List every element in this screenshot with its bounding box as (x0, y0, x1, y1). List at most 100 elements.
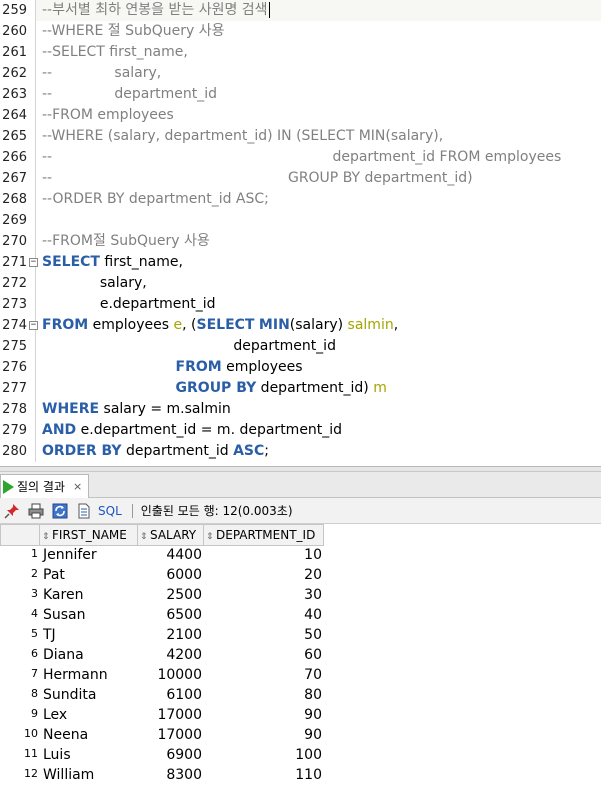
line-number: 274 (2, 318, 27, 333)
fetch-status: 인출된 모든 행: 12(0.003초) (140, 504, 293, 518)
code-text: -- department_id FROM employees (42, 147, 561, 168)
cell-department-id[interactable]: 110 (204, 765, 322, 785)
cell-department-id[interactable]: 40 (204, 605, 322, 625)
close-tab-icon[interactable]: × (73, 480, 82, 493)
table-row[interactable]: 4 Susan 6500 40 (0, 605, 330, 625)
cell-first-name[interactable]: Karen (43, 585, 138, 605)
cell-department-id[interactable]: 60 (204, 645, 322, 665)
table-row[interactable]: 3 Karen 2500 30 (0, 585, 330, 605)
code-line[interactable]: 276 FROM employees (0, 357, 601, 378)
code-line[interactable]: 280 ORDER BY department_id ASC; (0, 441, 601, 462)
code-line[interactable]: 274− FROM employees e, (SELECT MIN(salary… (0, 315, 601, 336)
cell-department-id[interactable]: 20 (204, 565, 322, 585)
cell-first-name[interactable]: William (43, 765, 138, 785)
row-number-header[interactable] (0, 524, 40, 546)
cell-salary[interactable]: 4400 (138, 545, 202, 565)
refresh-icon[interactable] (50, 501, 70, 521)
code-line[interactable]: 265 --WHERE (salary, department_id) IN (S… (0, 126, 601, 147)
table-row[interactable]: 5 TJ 2100 50 (0, 625, 330, 645)
code-text: --FROM employees (42, 105, 174, 126)
code-line[interactable]: 271− SELECT first_name, (0, 252, 601, 273)
code-line[interactable]: 259 --부서별 최하 연봉을 받는 사원명 검색 (0, 0, 601, 21)
code-line[interactable]: 269 (0, 210, 601, 231)
line-number: 280 (2, 444, 27, 459)
code-line[interactable]: 270 --FROM절 SubQuery 사용 (0, 231, 601, 252)
sql-link[interactable]: SQL (98, 504, 122, 518)
cell-salary[interactable]: 17000 (138, 725, 202, 745)
code-line[interactable]: 263 -- department_id (0, 84, 601, 105)
cell-first-name[interactable]: Jennifer (43, 545, 138, 565)
cell-salary[interactable]: 8300 (138, 765, 202, 785)
cell-first-name[interactable]: TJ (43, 625, 138, 645)
code-line[interactable]: 262 -- salary, (0, 63, 601, 84)
code-line[interactable]: 261 --SELECT first_name, (0, 42, 601, 63)
line-number: 261 (2, 45, 27, 60)
column-header-department-id[interactable]: ⇕ DEPARTMENT_ID (204, 524, 324, 546)
cell-salary[interactable]: 4200 (138, 645, 202, 665)
cell-department-id[interactable]: 100 (204, 745, 322, 765)
cell-salary[interactable]: 2500 (138, 585, 202, 605)
code-line[interactable]: 275 department_id (0, 336, 601, 357)
code-line[interactable]: 272 salary, (0, 273, 601, 294)
cell-salary[interactable]: 6100 (138, 685, 202, 705)
code-line[interactable]: 279 AND e.department_id = m. department_i… (0, 420, 601, 441)
code-line[interactable]: 264 --FROM employees (0, 105, 601, 126)
row-number: 1 (31, 547, 38, 560)
cell-salary[interactable]: 6500 (138, 605, 202, 625)
pin-icon[interactable] (2, 501, 22, 521)
cell-first-name[interactable]: Pat (43, 565, 138, 585)
table-row[interactable]: 8 Sundita 6100 80 (0, 685, 330, 705)
cell-first-name[interactable]: Sundita (43, 685, 138, 705)
print-icon[interactable] (26, 501, 46, 521)
cell-first-name[interactable]: Luis (43, 745, 138, 765)
cell-salary[interactable]: 17000 (138, 705, 202, 725)
table-row[interactable]: 6 Diana 4200 60 (0, 645, 330, 665)
cell-department-id[interactable]: 90 (204, 705, 322, 725)
cell-department-id[interactable]: 90 (204, 725, 322, 745)
results-grid[interactable]: ⇕ FIRST_NAME ⇕ SALARY ⇕ DEPARTMENT_ID 1 Jenn… (0, 524, 601, 792)
code-line[interactable]: 260 --WHERE 절 SubQuery 사용 (0, 21, 601, 42)
fold-toggle-icon[interactable]: − (29, 321, 38, 330)
cell-first-name[interactable]: Lex (43, 705, 138, 725)
cell-department-id[interactable]: 70 (204, 665, 322, 685)
cell-first-name[interactable]: Hermann (43, 665, 138, 685)
column-header-first-name[interactable]: ⇕ FIRST_NAME (40, 524, 138, 546)
line-gutter: 261 (0, 42, 36, 63)
code-line[interactable]: 268 --ORDER BY department_id ASC; (0, 189, 601, 210)
cell-department-id[interactable]: 80 (204, 685, 322, 705)
sql-text: ; (264, 443, 270, 459)
code-line[interactable]: 278 WHERE salary = m.salmin (0, 399, 601, 420)
code-line[interactable]: 273 e.department_id (0, 294, 601, 315)
sql-keyword: WHERE (42, 401, 100, 417)
table-row[interactable]: 7 Hermann 10000 70 (0, 665, 330, 685)
code-line[interactable]: 266 -- department_id FROM employees (0, 147, 601, 168)
sql-editor[interactable]: 259 --부서별 최하 연봉을 받는 사원명 검색 260 --WHERE 절 Su… (0, 0, 601, 466)
tab-query-result[interactable]: 질의 결과 × (0, 474, 90, 498)
cell-department-id[interactable]: 10 (204, 545, 322, 565)
sql-icon[interactable] (74, 501, 94, 521)
code-text: -- department_id (42, 84, 217, 105)
cell-department-id[interactable]: 50 (204, 625, 322, 645)
table-row[interactable]: 10 Neena 17000 90 (0, 725, 330, 745)
cell-first-name[interactable]: Susan (43, 605, 138, 625)
cell-first-name[interactable]: Neena (43, 725, 138, 745)
code-line[interactable]: 277 GROUP BY department_id) m (0, 378, 601, 399)
line-number: 272 (2, 276, 27, 291)
cell-first-name[interactable]: Diana (43, 645, 138, 665)
cell-salary[interactable]: 10000 (138, 665, 202, 685)
cell-salary[interactable]: 6000 (138, 565, 202, 585)
table-row[interactable]: 12 William 8300 110 (0, 765, 330, 785)
table-row[interactable]: 2 Pat 6000 20 (0, 565, 330, 585)
table-row[interactable]: 1 Jennifer 4400 10 (0, 545, 330, 565)
code-line[interactable]: 267 -- GROUP BY department_id) (0, 168, 601, 189)
cell-salary[interactable]: 6900 (138, 745, 202, 765)
fold-toggle-icon[interactable]: − (29, 258, 38, 267)
toolbar-separator (131, 503, 133, 518)
cell-department-id[interactable]: 30 (204, 585, 322, 605)
sql-keyword: AND (42, 422, 77, 438)
cell-salary[interactable]: 2100 (138, 625, 202, 645)
column-header-salary[interactable]: ⇕ SALARY (138, 524, 204, 546)
table-row[interactable]: 11 Luis 6900 100 (0, 745, 330, 765)
table-row[interactable]: 9 Lex 17000 90 (0, 705, 330, 725)
